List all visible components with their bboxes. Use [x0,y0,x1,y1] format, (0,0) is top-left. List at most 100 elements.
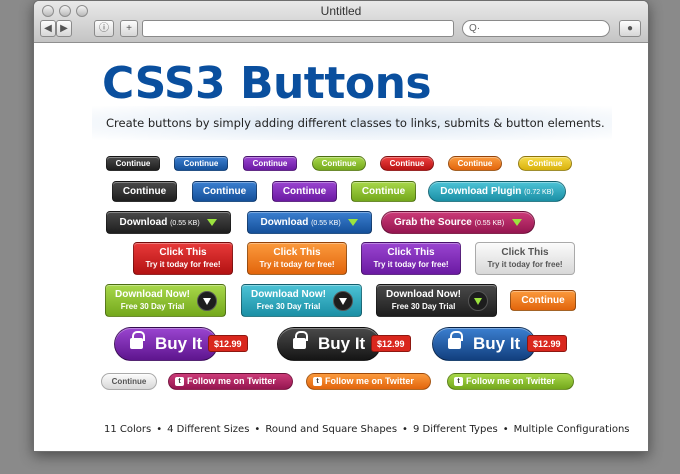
download-button[interactable]: ● [619,20,641,37]
grab-source-label: Grab the Source [394,217,472,228]
download-now-sublabel: Free 30 Day Trial [256,302,321,311]
arrow-left-icon: ◀ [44,23,52,34]
download-button-blue[interactable]: Download (0.55 KB) [247,211,372,234]
download-now-button-black[interactable]: Download Now! Free 30 Day Trial [376,284,497,317]
continue-button-white-xs[interactable]: Continue [101,373,157,390]
continue-button-black-xs[interactable]: Continue [106,156,160,171]
click-this-sublabel: Try it today for free! [487,260,563,269]
bullet: • [502,424,509,435]
click-this-sublabel: Try it today for free! [259,260,335,269]
continue-button-black-sm[interactable]: Continue [112,181,177,202]
feature-item: Round and Square Shapes [265,424,398,435]
bullet: • [254,424,261,435]
download-now-label: Download Now! [386,289,461,300]
continue-button-blue-xs[interactable]: Continue [174,156,228,171]
buy-it-label: Buy It [318,334,366,353]
download-arrow-icon [207,218,218,226]
lock-icon [448,331,463,349]
twitter-icon: t [454,377,463,386]
click-this-button-orange[interactable]: Click This Try it today for free! [247,242,347,275]
page-title: CSS3 Buttons [102,58,432,109]
download-size: (0.55 KB) [311,220,341,227]
plus-icon: + [126,23,132,34]
page-subtitle: Create buttons by simply adding differen… [106,116,605,130]
follow-twitter-button-magenta[interactable]: t Follow me on Twitter [168,373,293,390]
address-field[interactable] [142,20,454,37]
search-field[interactable]: Q· [462,20,610,37]
continue-button-green-sm[interactable]: Continue [351,181,416,202]
download-circle-icon [333,291,353,311]
feature-list: 11 Colors • 4 Different Sizes • Round and Sq… [104,424,630,435]
buy-it-button-purple[interactable]: Buy It [114,327,218,361]
feature-item: Multiple Configurations [513,424,630,435]
continue-button-yellow-xs[interactable]: Continue [518,156,572,171]
search-icon: Q· [469,23,481,34]
lock-icon [130,331,145,349]
price-tag: $12.99 [208,335,248,352]
add-bookmark-button[interactable]: + [120,20,138,37]
click-this-label: Click This [273,247,321,258]
feature-item: 9 Different Types [412,424,498,435]
follow-twitter-label: Follow me on Twitter [325,376,414,386]
download-button-black[interactable]: Download (0.55 KB) [106,211,231,234]
download-now-label: Download Now! [251,289,326,300]
download-now-sublabel: Free 30 Day Trial [120,302,185,311]
continue-button-orange-sm[interactable]: Continue [510,290,576,311]
continue-button-red-xs[interactable]: Continue [380,156,434,171]
twitter-icon: t [313,377,322,386]
grab-source-button[interactable]: Grab the Source (0.55 KB) [381,211,535,234]
download-now-button-green[interactable]: Download Now! Free 30 Day Trial [105,284,226,317]
follow-twitter-label: Follow me on Twitter [466,376,555,386]
lock-icon [293,331,308,349]
feature-item: 4 Different Sizes [167,424,250,435]
buy-it-label: Buy It [473,334,521,353]
download-label: Download [119,217,168,228]
download-plugin-size: (0.72 KB) [524,189,554,196]
download-arrow-icon [511,218,522,226]
download-now-button-teal[interactable]: Download Now! Free 30 Day Trial [241,284,362,317]
click-this-button-red[interactable]: Click This Try it today for free! [133,242,233,275]
click-this-label: Click This [387,247,435,258]
download-icon: ● [626,23,634,34]
download-circle-icon [468,291,488,311]
buy-it-label: Buy It [155,334,203,353]
follow-twitter-label: Follow me on Twitter [187,376,276,386]
title-bar: Untitled ◀ ▶ ⓘ + Q· ● [34,1,648,43]
forward-button[interactable]: ▶ [56,20,72,37]
continue-button-green-xs[interactable]: Continue [312,156,366,171]
grab-source-size: (0.55 KB) [474,220,505,227]
buy-it-button-blue[interactable]: Buy It [432,327,536,361]
download-now-label: Download Now! [115,289,190,300]
click-this-label: Click This [501,247,549,258]
twitter-icon: t [175,377,184,386]
continue-button-blue-sm[interactable]: Continue [192,181,257,202]
follow-twitter-button-green[interactable]: t Follow me on Twitter [447,373,574,390]
click-this-button-white[interactable]: Click This Try it today for free! [475,242,575,275]
feature-item: 11 Colors [104,424,152,435]
download-label: Download [260,217,309,228]
download-circle-icon [197,291,217,311]
continue-button-orange-xs[interactable]: Continue [448,156,502,171]
click-this-label: Click This [159,247,207,258]
click-this-sublabel: Try it today for free! [145,260,221,269]
page-content: CSS3 Buttons Create buttons by simply ad… [34,44,648,451]
download-size: (0.55 KB) [170,220,200,227]
continue-button-purple-xs[interactable]: Continue [243,156,297,171]
price-tag: $12.99 [527,335,567,352]
back-button[interactable]: ◀ [40,20,56,37]
buy-it-button-black[interactable]: Buy It [277,327,381,361]
follow-twitter-button-orange[interactable]: t Follow me on Twitter [306,373,431,390]
click-this-button-purple[interactable]: Click This Try it today for free! [361,242,461,275]
download-plugin-label: Download Plugin [440,186,522,197]
info-button[interactable]: ⓘ [94,20,114,37]
click-this-sublabel: Try it today for free! [373,260,449,269]
arrow-right-icon: ▶ [60,23,68,34]
download-plugin-button[interactable]: Download Plugin (0.72 KB) [428,181,566,202]
price-tag: $12.99 [371,335,411,352]
bullet: • [402,424,408,435]
download-arrow-icon [348,218,359,226]
bullet: • [156,424,163,435]
continue-button-purple-sm[interactable]: Continue [272,181,337,202]
browser-window: Untitled ◀ ▶ ⓘ + Q· ● CSS3 Buttons Creat… [33,0,649,452]
window-title: Untitled [320,4,362,18]
